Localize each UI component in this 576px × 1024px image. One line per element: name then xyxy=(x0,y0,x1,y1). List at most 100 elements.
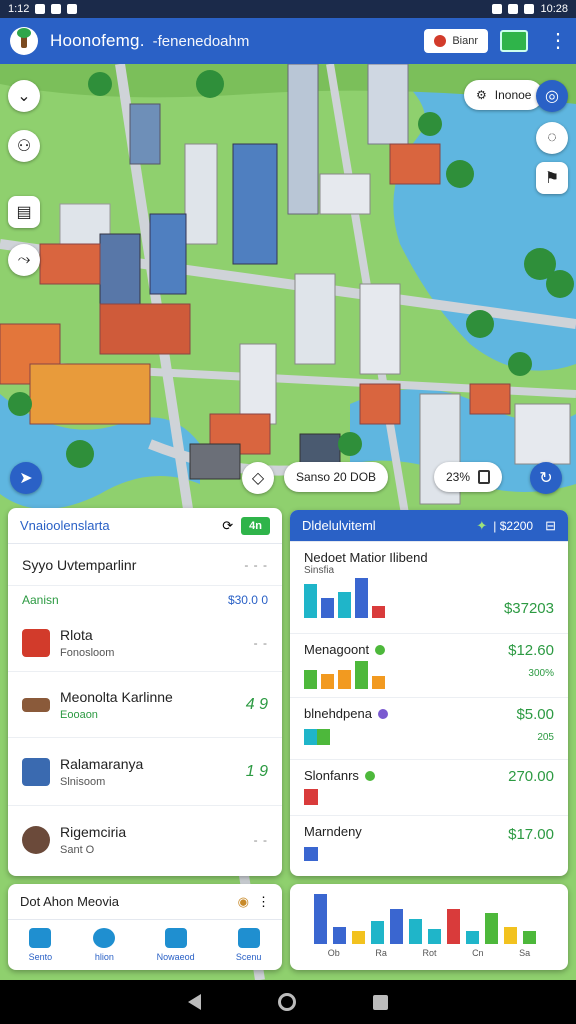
item-thumbnail xyxy=(22,697,50,712)
percent-chip[interactable]: 23% xyxy=(434,462,503,492)
record-icon xyxy=(434,35,447,47)
mini-bar-chart xyxy=(304,789,554,805)
document-icon[interactable]: ▤ xyxy=(8,196,40,228)
chart-bar xyxy=(338,670,351,689)
item-sub: Fonosloom xyxy=(60,646,115,659)
item-name: Rlota xyxy=(60,626,93,643)
row-label: Slonfanrs xyxy=(304,768,359,783)
status-bar: 1:12 10:28 xyxy=(0,0,576,18)
layers-icon[interactable]: ◇ xyxy=(242,462,274,494)
list-item[interactable]: Meonolta Karlinne Eooaon 4 9 xyxy=(8,672,282,738)
home-button-icon[interactable] xyxy=(277,993,296,1011)
nav-label: Nowaeod xyxy=(156,952,195,962)
nav-label: hlion xyxy=(94,952,114,962)
nav-item-explore[interactable]: hlion xyxy=(93,928,116,962)
more-icon[interactable]: - - - xyxy=(244,558,268,572)
stats-header-value: | $2200 xyxy=(493,518,534,533)
axis-label: Rot xyxy=(422,948,437,958)
tree-icon[interactable] xyxy=(10,27,38,55)
chart-bar xyxy=(485,913,498,944)
navigate-icon[interactable]: ➤ xyxy=(10,462,42,494)
info-chip[interactable]: Sanso 20 DOB xyxy=(284,462,389,492)
app-bar: Hoonofemg. -fenenedoahm Bianr ⋮ xyxy=(0,18,576,64)
bluetooth-icon xyxy=(492,4,503,14)
chart-bar xyxy=(321,598,334,618)
back-icon[interactable] xyxy=(188,994,202,1010)
stats-row[interactable]: Marndeny $17.00 xyxy=(290,816,568,876)
sync-icon[interactable]: ⟳ xyxy=(222,518,233,534)
item-name: Ralamaranya xyxy=(60,755,144,772)
nav-label: Sento xyxy=(28,952,53,962)
chevron-down-icon[interactable]: ⌄ xyxy=(8,80,40,112)
filter-chip[interactable]: ⚙ Inonoe xyxy=(464,80,544,110)
transactions-header: Vnaioolenslarta ⟳ 4n xyxy=(8,508,282,544)
row-subvalue: 205 xyxy=(537,732,554,743)
chart-bar xyxy=(317,729,330,745)
nav-item-people[interactable]: Nowaeod xyxy=(157,928,195,962)
location-icon[interactable]: ◎ xyxy=(536,80,568,112)
chart-bar xyxy=(304,670,317,689)
more-menu-icon[interactable]: ⋮ xyxy=(548,31,568,51)
chart-bar xyxy=(355,578,368,618)
row-amount: 270.00 xyxy=(508,768,554,785)
person-icon[interactable]: ⚇ xyxy=(8,130,40,162)
info-chip-label: Sanso 20 DOB xyxy=(296,470,377,484)
nav-item-shop[interactable]: Scenu xyxy=(236,928,261,962)
row-label: Nedoet Matior Ilibend xyxy=(304,550,428,565)
screen-icon[interactable] xyxy=(500,30,528,52)
wifi-icon xyxy=(508,4,519,14)
notification-icon xyxy=(67,4,78,14)
account-button-label: Bianr xyxy=(452,35,478,47)
nav-item-home[interactable]: Sento xyxy=(28,928,53,962)
item-thumbnail xyxy=(22,628,50,657)
axis-label: Ob xyxy=(327,948,340,958)
more-icon[interactable]: - - xyxy=(254,636,268,650)
item-sub: Slnisoom xyxy=(60,775,106,788)
chart-bar xyxy=(304,847,318,861)
list-item[interactable]: Ralamaranya Slnisoom 1 9 xyxy=(8,738,282,806)
flag-icon[interactable]: ⚑ xyxy=(536,162,568,194)
stats-row[interactable]: blnehdpena $5.00 205 xyxy=(290,698,568,760)
chart-bar xyxy=(338,592,351,618)
mini-bar-chart xyxy=(304,661,554,689)
route-icon[interactable]: ⤳ xyxy=(8,244,40,276)
axis-label: Cn xyxy=(472,948,484,958)
chart-bar xyxy=(409,919,422,944)
app-subtitle: -fenenedoahm xyxy=(152,32,250,50)
box-icon xyxy=(478,470,491,484)
recent-apps-icon[interactable] xyxy=(372,994,388,1010)
stats-row[interactable]: Nedoet Matior Ilibend Sinsfia $37203 xyxy=(290,542,568,634)
item-value: 1 9 xyxy=(245,762,268,780)
stats-row[interactable]: Slonfanrs 270.00 xyxy=(290,760,568,816)
chart-bar xyxy=(447,909,460,944)
bottom-nav: Sento hlion Nowaeod Scenu xyxy=(8,920,282,962)
count-badge[interactable]: 4n xyxy=(241,516,270,535)
stats-row[interactable]: Menagoont $12.60 300% xyxy=(290,634,568,698)
mini-bar-chart xyxy=(304,729,554,745)
axis-label: Sa xyxy=(519,948,531,958)
chart-bar xyxy=(372,676,385,689)
chart-bar xyxy=(352,931,365,944)
bottom-nav-card: Dot Ahon Meovia ◉ ⋮ Sento hlion Nowaeod … xyxy=(8,884,282,970)
star-icon: ✦ xyxy=(476,517,488,533)
more-icon[interactable]: - - xyxy=(254,833,268,847)
row-label: Menagoont xyxy=(304,642,370,657)
refresh-icon[interactable]: ↻ xyxy=(530,462,562,494)
coin-icon[interactable]: ◉ xyxy=(238,894,249,910)
row-amount: $5.00 xyxy=(516,706,554,723)
chart-bar xyxy=(390,909,403,944)
window-icon[interactable]: ⊟ xyxy=(545,518,556,534)
list-item[interactable]: Rigemciria Sant O - - xyxy=(8,806,282,874)
account-button[interactable]: Bianr xyxy=(424,29,488,53)
list-item[interactable]: Rlota Fonosloom - - xyxy=(8,614,282,672)
item-name: Rigemciria xyxy=(60,824,127,840)
card-heading-row[interactable]: Syyo Uvtemparlinr - - - xyxy=(8,544,282,586)
chat-icon[interactable]: ◌ xyxy=(536,122,568,154)
compass-icon xyxy=(93,928,116,948)
section-label: Aanisn xyxy=(22,593,59,607)
summary-bar-chart xyxy=(314,894,568,944)
people-icon xyxy=(164,928,187,948)
settings-icon: ⚙ xyxy=(476,88,487,102)
more-menu-icon[interactable]: ⋮ xyxy=(257,894,270,910)
shop-icon xyxy=(237,928,260,948)
